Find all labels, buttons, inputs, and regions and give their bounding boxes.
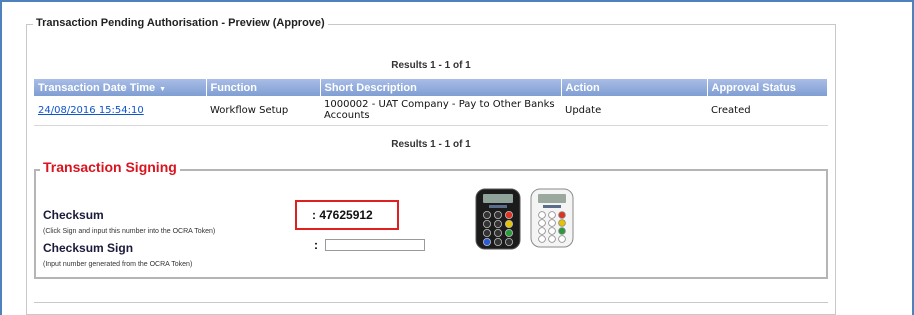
checksum-sign-label: Checksum Sign: [43, 241, 134, 255]
panel-divider: [34, 302, 828, 303]
column-header-short-description[interactable]: Short Description: [320, 79, 562, 96]
checksum-sign-colon: :: [314, 238, 318, 252]
ocra-token-white-icon: [530, 188, 574, 248]
checksum-label: Checksum: [43, 208, 104, 222]
checksum-value: : 47625912: [312, 208, 373, 222]
ocra-token-black-icon: [475, 188, 521, 250]
cell-function: Workflow Setup: [206, 96, 320, 126]
table-header-row: Transaction Date Time ▼ Function Short De…: [34, 79, 828, 96]
transaction-signing-title: Transaction Signing: [40, 159, 180, 175]
checksum-hint: (Click Sign and input this number into t…: [43, 228, 216, 235]
results-count-top: Results 1 - 1 of 1: [391, 60, 471, 71]
checksum-sign-hint: (Input number generated from the OCRA To…: [43, 261, 193, 268]
column-header-transaction-date-time[interactable]: Transaction Date Time ▼: [34, 79, 207, 96]
cell-action: Update: [561, 96, 707, 126]
column-header-approval-status[interactable]: Approval Status: [707, 79, 828, 96]
transaction-datetime-link[interactable]: 24/08/2016 15:54:10: [38, 105, 144, 116]
column-header-function[interactable]: Function: [206, 79, 321, 96]
results-count-bottom: Results 1 - 1 of 1: [391, 139, 471, 150]
cell-datetime: 24/08/2016 15:54:10: [34, 96, 206, 126]
sort-desc-icon[interactable]: ▼: [159, 86, 166, 93]
panel-title: Transaction Pending Authorisation - Prev…: [33, 17, 328, 29]
column-header-label: Transaction Date Time: [38, 81, 156, 94]
table-row: 24/08/2016 15:54:10 Workflow Setup 10000…: [34, 96, 828, 126]
transaction-table: Transaction Date Time ▼ Function Short De…: [34, 79, 828, 126]
column-header-action[interactable]: Action: [561, 79, 708, 96]
cell-approval-status: Created: [707, 96, 828, 126]
cell-description: 1000002 - UAT Company - Pay to Other Ban…: [320, 96, 561, 126]
checksum-sign-input[interactable]: [325, 239, 425, 251]
